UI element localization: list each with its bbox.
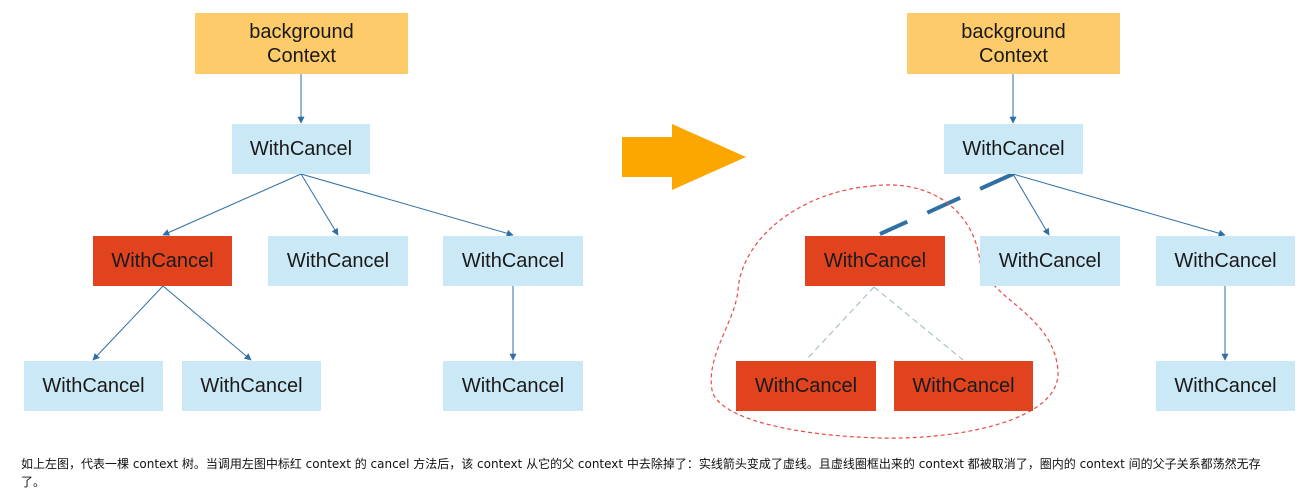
transition-arrow xyxy=(622,124,746,190)
right-grand-c1-label: WithCancel xyxy=(1174,375,1277,397)
left-child-a-label: WithCancel xyxy=(111,250,214,272)
left-edge-child-a-grand-a2 xyxy=(162,285,252,361)
left-grand-a1-node: WithCancel xyxy=(24,361,163,411)
caption-text: 如上左图，代表一棵 context 树。当调用左图中标红 context 的 c… xyxy=(21,457,1261,489)
right-grand-a1-label: WithCancel xyxy=(754,375,858,397)
left-edge-mid-child-a xyxy=(162,173,302,236)
right-edge-dashed-grand-a1 xyxy=(805,286,875,361)
right-grand-a2-node: WithCancel xyxy=(894,361,1033,411)
right-child-a-label: WithCancel xyxy=(823,250,927,272)
right-edge-mid-child-c xyxy=(1012,173,1226,237)
right-grand-a2-label: WithCancel xyxy=(912,375,1015,397)
right-root-node: background Context xyxy=(907,13,1120,74)
right-edge-cut-link xyxy=(879,172,1014,236)
right-child-b-node: WithCancel xyxy=(980,236,1120,286)
right-edge-dashed-grand-a2 xyxy=(873,286,964,361)
right-mid-label: WithCancel xyxy=(962,138,1065,160)
left-child-c-label: WithCancel xyxy=(461,250,565,272)
left-grand-a1-label: WithCancel xyxy=(42,375,145,397)
right-grand-c1-node: WithCancel xyxy=(1156,361,1295,411)
left-root-label: background Context xyxy=(249,20,354,67)
left-grand-c1-node: WithCancel xyxy=(443,361,583,411)
right-child-a-node: WithCancel xyxy=(805,236,945,286)
right-edge-mid-child-b xyxy=(1012,173,1050,236)
left-child-b-node: WithCancel xyxy=(268,236,408,286)
left-grand-c1-label: WithCancel xyxy=(461,375,565,397)
right-child-b-label: WithCancel xyxy=(998,250,1102,272)
right-child-c-node: WithCancel xyxy=(1156,236,1295,286)
right-child-c-label: WithCancel xyxy=(1174,250,1277,272)
right-root-label: background Context xyxy=(961,20,1066,67)
left-child-a-node: WithCancel xyxy=(93,236,232,286)
diagram-canvas: background Context WithCancel WithCancel… xyxy=(0,0,1314,440)
left-edge-mid-child-b xyxy=(300,173,339,236)
left-mid-node: WithCancel xyxy=(232,124,370,174)
left-root-node: background Context xyxy=(195,13,408,74)
right-mid-node: WithCancel xyxy=(944,124,1083,174)
right-grand-a1-node: WithCancel xyxy=(736,361,876,411)
left-child-c-node: WithCancel xyxy=(443,236,583,286)
left-edge-mid-child-c xyxy=(300,173,514,237)
left-mid-label: WithCancel xyxy=(249,138,353,160)
left-grand-a2-label: WithCancel xyxy=(200,375,303,397)
left-child-b-label: WithCancel xyxy=(286,250,390,272)
left-edge-child-a-grand-a1 xyxy=(92,285,164,361)
left-grand-a2-node: WithCancel xyxy=(182,361,321,411)
